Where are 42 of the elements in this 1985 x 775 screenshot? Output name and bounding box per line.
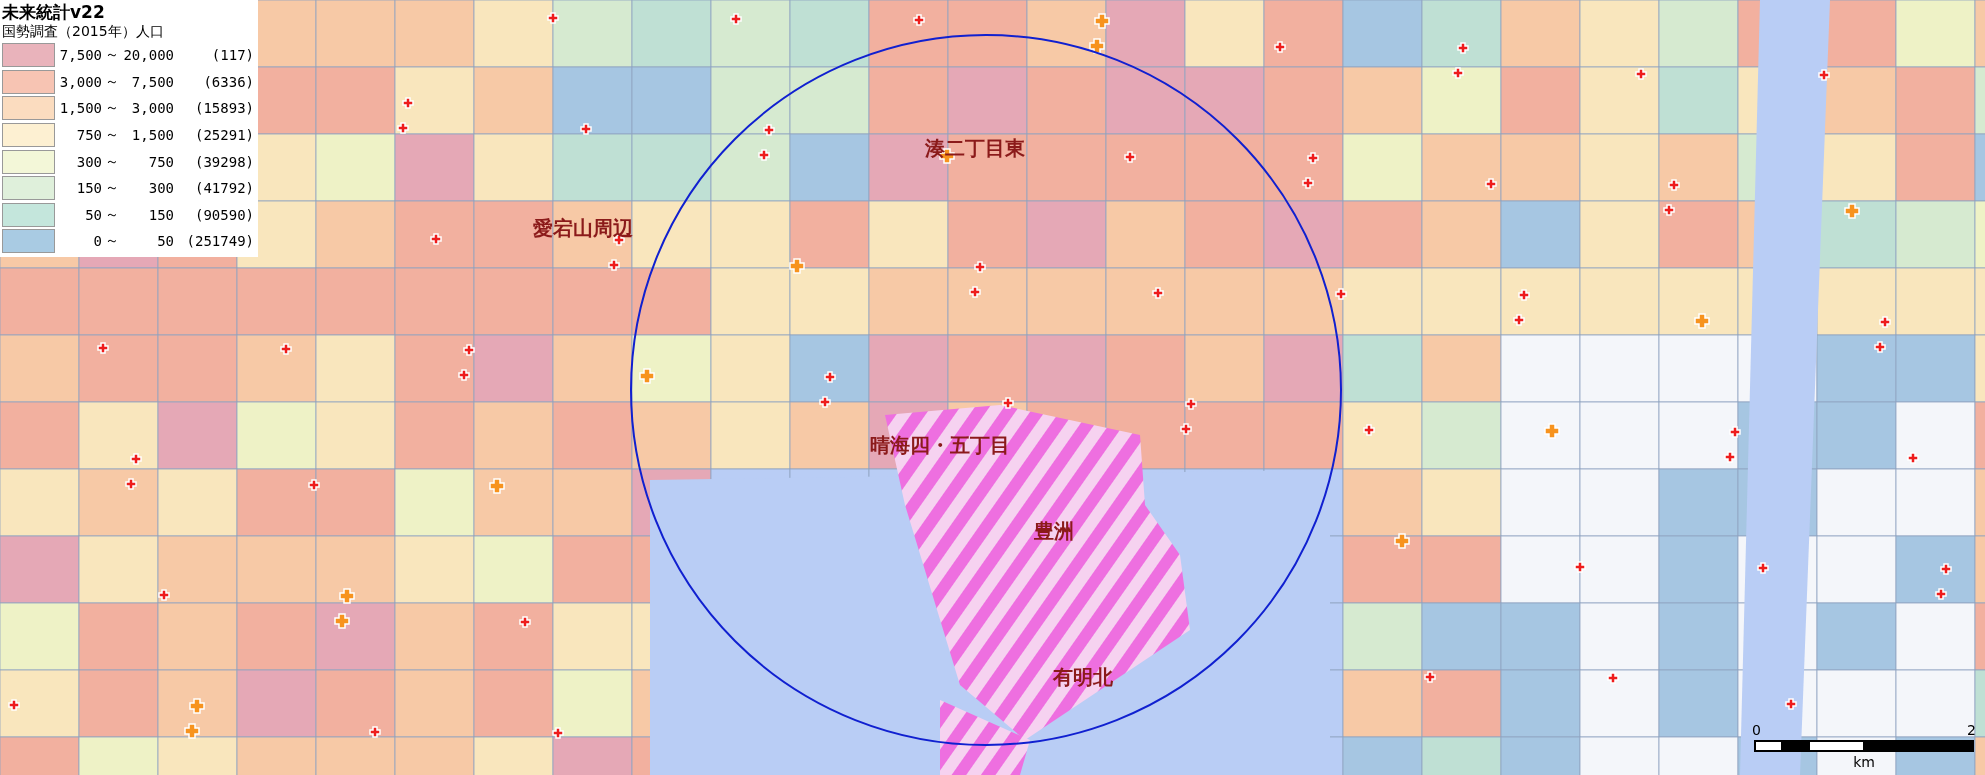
range-to: 50 (156, 233, 174, 250)
class-count: (90590) (194, 206, 254, 223)
range-to: 300 (147, 180, 174, 197)
class-count: (251749) (185, 233, 254, 250)
range-separator: ～ (104, 72, 120, 91)
range-to: 20,000 (122, 47, 174, 64)
range-from: 0 (92, 233, 102, 250)
range-from: 3,000 (58, 73, 102, 90)
legend-subtitle: 国勢調査（2015年）人口 (2, 22, 165, 40)
class-count: (39298) (194, 153, 254, 170)
range-separator: ～ (104, 205, 120, 224)
range-to: 750 (147, 153, 174, 170)
range-from: 1,500 (58, 100, 102, 117)
range-separator: ～ (104, 126, 120, 145)
class-count: (25291) (194, 127, 254, 144)
range-to: 1,500 (130, 127, 174, 144)
scale-unit: km (1853, 754, 1875, 770)
area-label: 晴海四・五丁目 (870, 433, 1010, 457)
scale-start: 0 (1752, 722, 1761, 738)
range-to: 150 (147, 206, 174, 223)
range-separator: ～ (104, 152, 120, 171)
range-from: 50 (84, 206, 102, 223)
range-to: 3,000 (130, 100, 174, 117)
class-count: (6336) (202, 73, 254, 90)
range-from: 150 (75, 180, 102, 197)
area-label: 愛宕山周辺 (533, 216, 633, 240)
area-label: 豊洲 (1034, 519, 1074, 543)
class-count: (41792) (194, 180, 254, 197)
scale-end: 2 (1967, 722, 1976, 738)
range-from: 7,500 (58, 47, 102, 64)
range-from: 750 (75, 127, 102, 144)
area-label: 有明北 (1053, 665, 1113, 689)
range-to: 7,500 (130, 73, 174, 90)
range-separator: ～ (104, 46, 120, 65)
legend-title: 未来統計v22 (2, 2, 106, 22)
range-from: 300 (75, 153, 102, 170)
class-count: (117) (210, 47, 254, 64)
area-label: 湊二丁目東 (925, 136, 1025, 160)
range-separator: ～ (104, 179, 120, 198)
class-count: (15893) (194, 100, 254, 117)
range-separator: ～ (104, 99, 120, 118)
range-separator: ～ (104, 232, 120, 251)
